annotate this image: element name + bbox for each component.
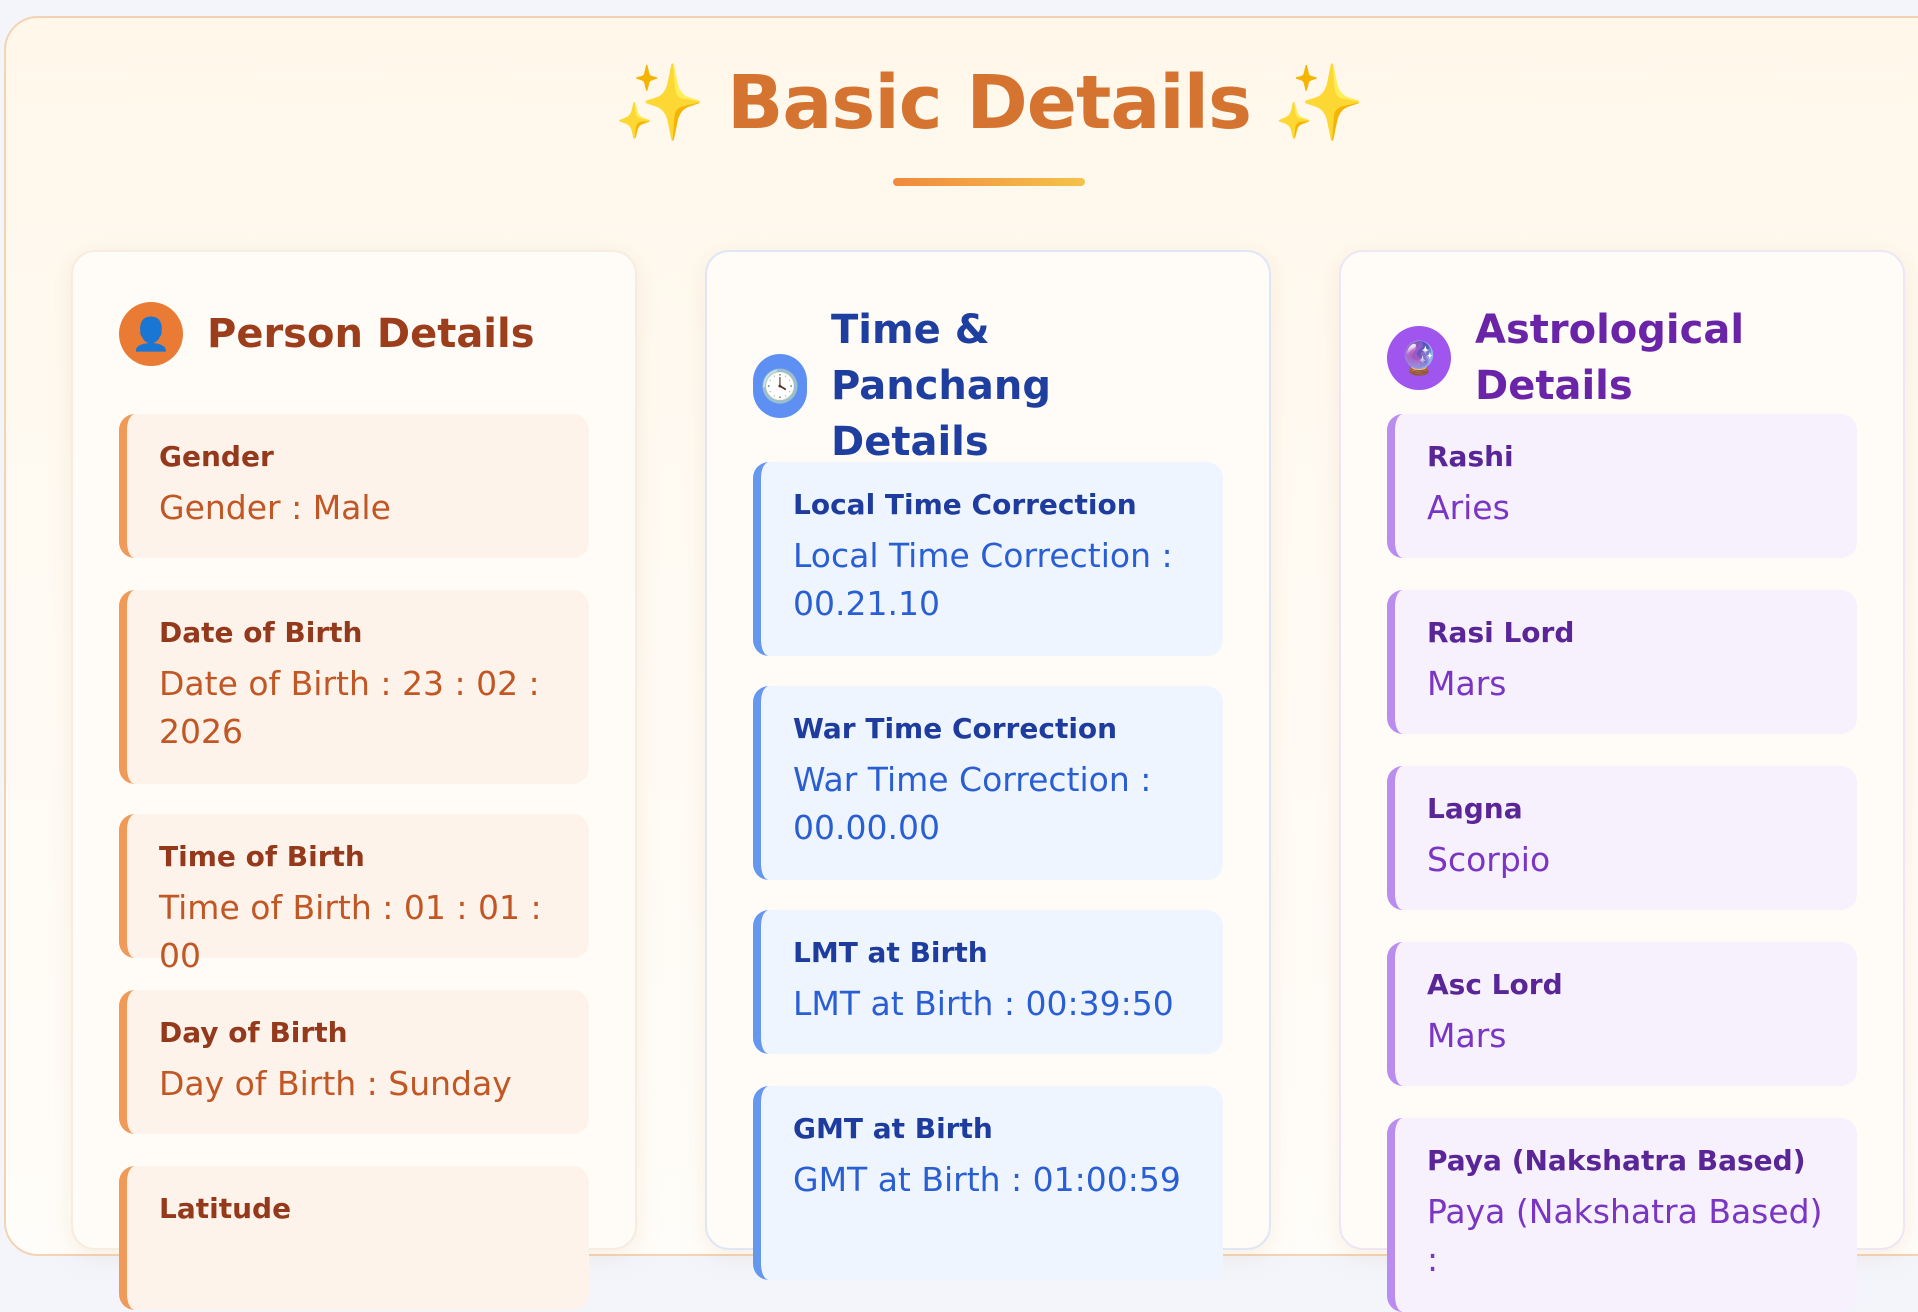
field-value: Paya (Nakshatra Based) : — [1427, 1192, 1823, 1279]
field-label: Gender — [159, 440, 274, 473]
field-label: Time of Birth — [159, 840, 365, 873]
field-label: Local Time Correction — [793, 488, 1137, 521]
field-value: Aries — [1427, 488, 1510, 527]
field-value: LMT at Birth : 00:39:50 — [793, 984, 1174, 1023]
field-label: Rashi — [1427, 440, 1514, 473]
war-time-correction-field: War Time Correction War Time Correction … — [753, 686, 1223, 880]
field-label: Paya (Nakshatra Based) — [1427, 1144, 1806, 1177]
page-title-row: ✨ Basic Details ✨ — [613, 60, 1365, 146]
field-value: Local Time Correction : 00.21.10 — [793, 536, 1173, 623]
time-panchang-title: Time & Panchang Details — [831, 307, 1051, 465]
page-title: Basic Details — [726, 60, 1252, 146]
clock-icon: 🕓 — [753, 354, 807, 418]
sparkle-icon-left: ✨ — [613, 60, 706, 146]
person-details-header: 👤 Person Details — [119, 302, 615, 366]
asc-lord-field: Asc Lord Mars — [1387, 942, 1857, 1086]
person-icon: 👤 — [119, 302, 183, 366]
field-value: GMT at Birth : 01:00:59 — [793, 1160, 1181, 1199]
field-label: Asc Lord — [1427, 968, 1563, 1001]
gmt-at-birth-field: GMT at Birth GMT at Birth : 01:00:59 — [753, 1086, 1223, 1280]
field-label: Lagna — [1427, 792, 1523, 825]
latitude-field: Latitude — [119, 1166, 589, 1310]
field-label: Day of Birth — [159, 1016, 348, 1049]
field-value: Mars — [1427, 664, 1507, 703]
field-label: Date of Birth — [159, 616, 363, 649]
rasi-lord-field: Rasi Lord Mars — [1387, 590, 1857, 734]
person-details-title: Person Details — [207, 311, 535, 357]
field-value: Scorpio — [1427, 840, 1551, 879]
date-of-birth-field: Date of Birth Date of Birth : 23 : 02 : … — [119, 590, 589, 784]
field-value: Gender : Male — [159, 488, 391, 527]
sparkle-icon-right: ✨ — [1273, 60, 1365, 146]
page-header: ✨ Basic Details ✨ — [0, 60, 1918, 146]
astrological-details-card: 🔮 Astrological Details Rashi Aries Rasi … — [1339, 250, 1905, 1312]
field-label: Latitude — [159, 1192, 292, 1225]
field-label: War Time Correction — [793, 712, 1118, 745]
field-label: GMT at Birth — [793, 1112, 993, 1145]
paya-nakshatra-field: Paya (Nakshatra Based) Paya (Nakshatra B… — [1387, 1118, 1857, 1312]
gender-field: Gender Gender : Male — [119, 414, 589, 558]
day-of-birth-field: Day of Birth Day of Birth : Sunday — [119, 990, 589, 1134]
lagna-field: Lagna Scorpio — [1387, 766, 1857, 910]
time-of-birth-field: Time of Birth Time of Birth : 01 : 01 : … — [119, 814, 589, 975]
lmt-at-birth-field: LMT at Birth LMT at Birth : 00:39:50 — [753, 910, 1223, 1054]
astrological-details-header: 🔮 Astrological Details — [1387, 302, 1883, 414]
time-panchang-card: 🕓 Time & Panchang Details Local Time Cor… — [705, 250, 1271, 1280]
field-value: War Time Correction : 00.00.00 — [793, 760, 1152, 847]
field-value: Day of Birth : Sunday — [159, 1064, 512, 1103]
field-label: LMT at Birth — [793, 936, 988, 969]
rashi-field: Rashi Aries — [1387, 414, 1857, 558]
field-value: Date of Birth : 23 : 02 : 2026 — [159, 664, 540, 751]
field-value: Time of Birth : 01 : 01 : 00 — [159, 888, 542, 975]
crystal-ball-icon: 🔮 — [1387, 326, 1451, 390]
title-underline — [893, 178, 1085, 186]
astrological-details-title: Astrological Details — [1475, 307, 1745, 409]
field-label: Rasi Lord — [1427, 616, 1575, 649]
field-value: Mars — [1427, 1016, 1507, 1055]
time-panchang-header: 🕓 Time & Panchang Details — [753, 302, 1249, 470]
local-time-correction-field: Local Time Correction Local Time Correct… — [753, 462, 1223, 656]
person-details-card: 👤 Person Details Gender Gender : Male Da… — [71, 250, 637, 1310]
